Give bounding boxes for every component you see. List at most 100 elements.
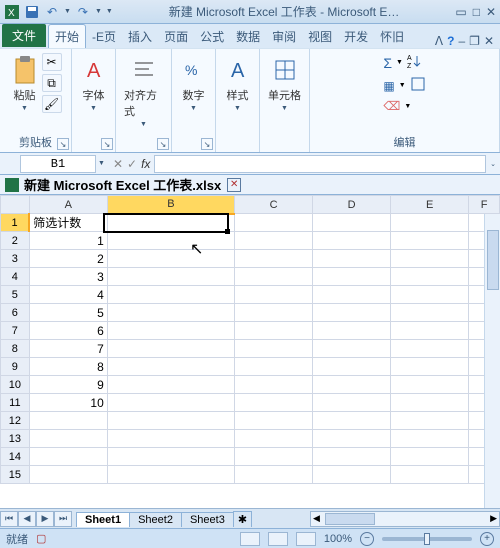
fill-button[interactable]: ▦ [383, 79, 394, 93]
sheet-tab-3[interactable]: Sheet3 [181, 512, 234, 527]
namebox-dropdown[interactable]: ▼ [98, 160, 105, 167]
row-5[interactable]: 5 [1, 286, 30, 304]
cell-B1[interactable] [107, 214, 234, 232]
cell-C1[interactable] [235, 214, 313, 232]
redo-icon[interactable]: ↷ [75, 4, 91, 20]
undo-icon[interactable]: ↶ [44, 4, 60, 20]
spreadsheet-grid[interactable]: A B C D E F 1筛选计数 21 32 43 54 65 76 87 9… [0, 195, 500, 484]
row-10[interactable]: 10 [1, 376, 30, 394]
row-11[interactable]: 11 [1, 394, 30, 412]
number-launcher[interactable]: ↘ [201, 138, 213, 150]
macro-record-icon[interactable]: ▢ [36, 532, 46, 545]
clear-button[interactable]: ⌫ [383, 99, 400, 113]
hscroll-thumb[interactable] [325, 513, 375, 525]
row-4[interactable]: 4 [1, 268, 30, 286]
cell-D1[interactable] [313, 214, 391, 232]
paste-button[interactable]: 粘贴 ▼ [10, 53, 40, 114]
cell-A6[interactable]: 5 [29, 304, 107, 322]
cell-A4[interactable]: 3 [29, 268, 107, 286]
row-13[interactable]: 13 [1, 430, 30, 448]
name-box[interactable]: B1 [20, 155, 96, 173]
zoom-out-button[interactable]: − [360, 532, 374, 546]
sheet-nav-last[interactable]: ⏭ [54, 511, 72, 527]
col-E[interactable]: E [391, 196, 469, 214]
zoom-knob[interactable] [424, 533, 430, 545]
sort-button[interactable]: AZ [407, 53, 423, 72]
horizontal-scrollbar[interactable]: ◀ ▶ [310, 511, 500, 527]
number-button[interactable]: % 数字 ▼ [179, 53, 209, 114]
fx-icon[interactable]: fx [141, 157, 150, 171]
tab-formula[interactable]: 公式 [194, 25, 230, 48]
select-all-corner[interactable] [1, 196, 30, 214]
clipboard-launcher[interactable]: ↘ [57, 138, 69, 150]
cell-A3[interactable]: 2 [29, 250, 107, 268]
zoom-slider[interactable] [382, 537, 472, 541]
tab-insert[interactable]: 插入 [122, 25, 158, 48]
view-page-button[interactable] [268, 532, 288, 546]
cell-A11[interactable]: 10 [29, 394, 107, 412]
tab-home[interactable]: 开始 [48, 24, 86, 48]
sheet-nav-first[interactable]: ⏮ [0, 511, 18, 527]
formula-expand[interactable]: ⌄ [490, 160, 496, 168]
font-button[interactable]: A 字体 ▼ [79, 53, 109, 114]
close-icon[interactable]: ✕ [486, 5, 496, 19]
qat-dropdown[interactable]: ▼ [106, 8, 113, 15]
tab-review[interactable]: 审阅 [266, 25, 302, 48]
view-break-button[interactable] [296, 532, 316, 546]
col-A[interactable]: A [29, 196, 107, 214]
tab-data[interactable]: 数据 [230, 25, 266, 48]
help-icon[interactable]: ? [447, 34, 454, 48]
col-B[interactable]: B [107, 196, 234, 214]
col-C[interactable]: C [235, 196, 313, 214]
tab-legacy[interactable]: 怀旧 [374, 25, 410, 48]
autosum-button[interactable]: Σ [383, 55, 392, 71]
row-2[interactable]: 2 [1, 232, 30, 250]
file-tab[interactable]: 文件 [2, 24, 46, 47]
row-8[interactable]: 8 [1, 340, 30, 358]
cell-A5[interactable]: 4 [29, 286, 107, 304]
doc-close-icon[interactable]: ✕ [484, 34, 494, 48]
cell-A9[interactable]: 8 [29, 358, 107, 376]
row-9[interactable]: 9 [1, 358, 30, 376]
tab-view[interactable]: 视图 [302, 25, 338, 48]
find-button[interactable] [410, 76, 426, 95]
cell-A1[interactable]: 筛选计数 [29, 214, 107, 232]
row-15[interactable]: 15 [1, 466, 30, 484]
new-sheet-button[interactable]: ✱ [233, 511, 252, 527]
tab-page[interactable]: 页面 [158, 25, 194, 48]
redo-dropdown[interactable]: ▼ [95, 8, 102, 15]
minimize-icon[interactable]: ▭ [455, 5, 466, 19]
view-normal-button[interactable] [240, 532, 260, 546]
copy-button[interactable]: ⧉ [42, 74, 62, 92]
row-14[interactable]: 14 [1, 448, 30, 466]
cell-A10[interactable]: 9 [29, 376, 107, 394]
vscroll-thumb[interactable] [487, 230, 499, 290]
enter-formula-icon[interactable]: ✓ [127, 157, 137, 171]
align-button[interactable]: 对齐方式 ▼ [122, 53, 165, 130]
row-1[interactable]: 1 [1, 214, 30, 232]
cancel-formula-icon[interactable]: ✕ [113, 157, 123, 171]
formula-bar[interactable] [154, 155, 486, 173]
cut-button[interactable]: ✂ [42, 53, 62, 71]
minimize-ribbon-icon[interactable]: ᐱ [435, 34, 443, 48]
save-icon[interactable] [24, 4, 40, 20]
align-launcher[interactable]: ↘ [157, 138, 169, 150]
undo-dropdown[interactable]: ▼ [64, 8, 71, 15]
row-6[interactable]: 6 [1, 304, 30, 322]
tab-1[interactable]: -E页 [86, 25, 122, 48]
cell-A8[interactable]: 7 [29, 340, 107, 358]
font-launcher[interactable]: ↘ [101, 138, 113, 150]
row-7[interactable]: 7 [1, 322, 30, 340]
cell-A7[interactable]: 6 [29, 322, 107, 340]
cell-E1[interactable] [391, 214, 469, 232]
zoom-percent[interactable]: 100% [324, 533, 352, 545]
tab-dev[interactable]: 开发 [338, 25, 374, 48]
vertical-scrollbar[interactable] [484, 214, 500, 508]
row-12[interactable]: 12 [1, 412, 30, 430]
sheet-tab-2[interactable]: Sheet2 [129, 512, 182, 527]
workbook-close-button[interactable]: ✕ [227, 178, 241, 192]
styles-button[interactable]: A 样式 ▼ [223, 53, 253, 114]
sheet-nav-prev[interactable]: ◀ [18, 511, 36, 527]
format-painter-button[interactable]: 🖌 [42, 95, 62, 113]
sheet-nav-next[interactable]: ▶ [36, 511, 54, 527]
